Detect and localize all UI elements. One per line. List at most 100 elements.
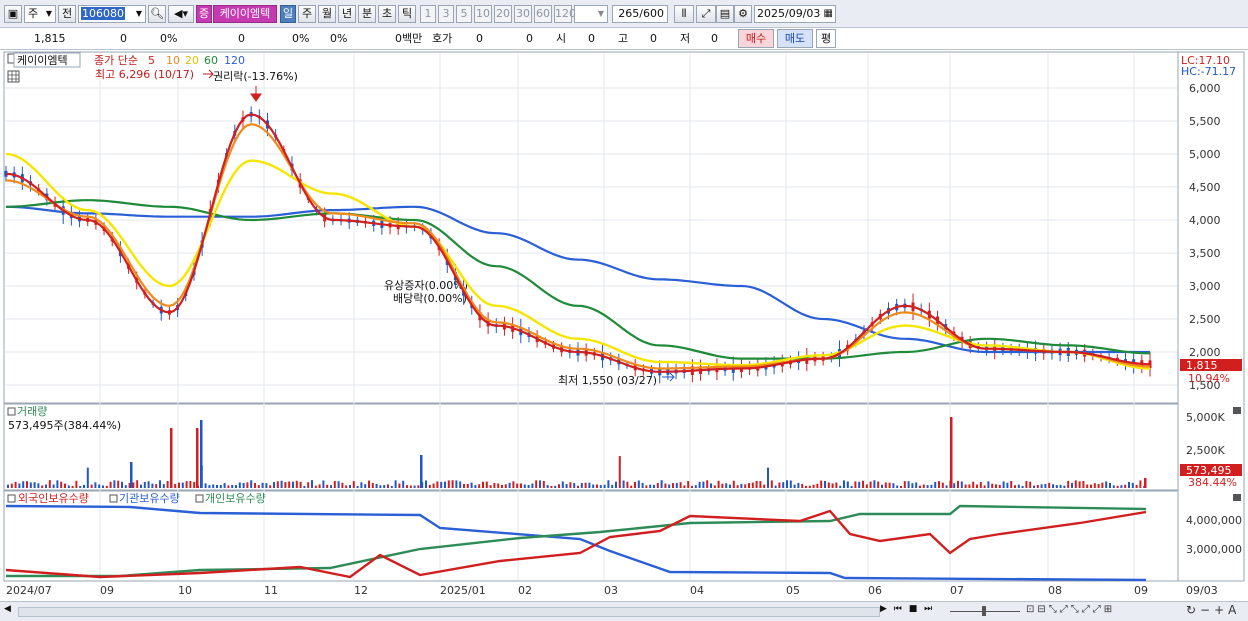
calendar-icon[interactable]: ▦ [824, 6, 833, 22]
prev-button[interactable]: 전 [58, 5, 76, 23]
minute-60[interactable]: 60 [534, 5, 552, 23]
toolbar: ▣ 주 ▼ 전 106080 ▼ 🔍︎ ◀▾ 증 케이이엠텍 일 주 월 년 분 초… [0, 0, 1248, 28]
volume-bar [121, 481, 123, 488]
quote-info-bar: 1,815 0 0% 0 0% 0% 0백만 호가 0 0 시 0 고 0 저 … [0, 28, 1248, 50]
volume-bar [713, 485, 716, 488]
x-axis-label: 2025/01 [440, 584, 486, 597]
tab-tick[interactable]: 틱 [398, 5, 416, 23]
volume-bar [349, 485, 351, 488]
volume-bar [113, 480, 116, 488]
candle-type-icon[interactable]: ⫴ [674, 5, 694, 23]
volume-bar [873, 480, 876, 488]
volume-bar [717, 480, 720, 488]
volume-bar [360, 482, 363, 488]
table-icon[interactable] [7, 70, 20, 83]
volume-bar [812, 484, 815, 488]
buy-button[interactable]: 매수 [738, 29, 774, 48]
save-icon[interactable]: ▤ [716, 5, 734, 23]
volume-bar [983, 485, 986, 488]
volume-bar [1139, 480, 1142, 488]
tab-daily[interactable]: 일 [280, 5, 296, 23]
volume-bar [265, 483, 268, 488]
minute-30[interactable]: 30 [514, 5, 532, 23]
volume-bar [212, 484, 215, 488]
volume-bar [352, 481, 355, 488]
volume-bar [60, 481, 63, 488]
tab-second[interactable]: 초 [378, 5, 396, 23]
price-tick-label: 5,000 [1189, 148, 1221, 161]
zoom-slider-handle[interactable] [982, 606, 986, 616]
volume-bar [675, 482, 678, 488]
volume-bar [41, 485, 44, 488]
market-badge: 증 [196, 5, 212, 23]
line-tool-icon[interactable]: ⤢ [696, 5, 716, 23]
legend-institution: 기관보유수량 [119, 492, 180, 505]
volume-bar [660, 480, 663, 488]
volume-bar [105, 485, 108, 488]
holding-panel-close-icon[interactable] [1233, 494, 1241, 501]
volume-panel-close-icon[interactable] [1233, 407, 1241, 414]
volume-bar [463, 483, 465, 488]
volume-bar [1014, 485, 1016, 488]
volume-bar [839, 485, 842, 488]
scroll-left-icon[interactable]: ◀ [4, 604, 16, 618]
sell-button[interactable]: 매도 [777, 29, 813, 48]
stock-code-input[interactable]: 106080 ▼ [78, 5, 146, 23]
volume-bar [930, 484, 933, 488]
hc-label: HC:-71.17 [1181, 65, 1236, 78]
minute-120[interactable]: 120 [554, 5, 576, 23]
gear-icon[interactable]: ⚙ [734, 5, 752, 23]
tab-monthly[interactable]: 월 [318, 5, 336, 23]
minute-1[interactable]: 1 [420, 5, 436, 23]
tab-minute[interactable]: 분 [358, 5, 376, 23]
minute-5[interactable]: 5 [456, 5, 472, 23]
horizontal-scrollbar[interactable] [18, 607, 880, 617]
volume-bar [337, 481, 340, 488]
volume-bar [1105, 481, 1108, 488]
volume-bar [588, 482, 591, 488]
window-menu-icon[interactable]: ▣ [4, 5, 22, 23]
volume-bar [998, 484, 1001, 488]
volume-bar [702, 481, 705, 488]
date-input[interactable]: 2025/09/03 ▦ [754, 5, 836, 23]
search-icon[interactable]: 🔍︎ [148, 5, 166, 23]
period-select[interactable]: 주 ▼ [24, 5, 56, 23]
volume-bar [1006, 482, 1009, 488]
minute-3[interactable]: 3 [438, 5, 454, 23]
volume-bar [409, 485, 412, 488]
volume-bar [622, 480, 625, 488]
zoom-controls-icon[interactable]: ↻−+A [1186, 603, 1240, 617]
stock-chart[interactable]: 케이이엠텍 종가 단순 5 10 20 60 120 최고 6,296 (10/… [0, 51, 1248, 601]
volume-bar [561, 481, 564, 488]
legend-ma10: 10 [166, 54, 180, 67]
volume-pct: 0% [292, 32, 310, 45]
volume-bar [261, 482, 264, 488]
dividend-annotation: 배당락(0.00%) [393, 292, 467, 305]
volume-bar [193, 481, 196, 488]
volume-bar [29, 482, 32, 488]
volume-bar [238, 482, 241, 488]
minute-10[interactable]: 10 [474, 5, 492, 23]
count-field[interactable]: 265/600 [612, 5, 668, 23]
tab-yearly[interactable]: 년 [338, 5, 356, 23]
volume-bar [1144, 478, 1147, 488]
volume-bar [991, 483, 994, 488]
custom-interval-select[interactable]: ▼ [574, 5, 608, 23]
volume-bar [474, 485, 477, 488]
volume-bar [960, 481, 963, 488]
chevron-down-icon: ▼ [45, 9, 52, 18]
volume-bar [166, 481, 169, 488]
playback-controls[interactable]: ▶ ⏮ ■ ⏭ [880, 604, 934, 614]
speaker-icon[interactable]: ◀▾ [168, 5, 194, 23]
low-label: 저 [680, 32, 691, 45]
volume-bar [573, 483, 576, 488]
average-button[interactable]: 평 [816, 29, 836, 48]
minute-20[interactable]: 20 [494, 5, 512, 23]
volume-bar [687, 481, 690, 488]
volume-bar [558, 484, 560, 488]
volume-bar [341, 482, 344, 488]
drawing-tools-icon[interactable]: ⊡⊟⤡⤢⤡⤢⤢⊞ [1026, 604, 1115, 615]
holding-panel-frame [3, 490, 1179, 582]
tab-weekly[interactable]: 주 [298, 5, 316, 23]
volume-bar [539, 480, 541, 488]
